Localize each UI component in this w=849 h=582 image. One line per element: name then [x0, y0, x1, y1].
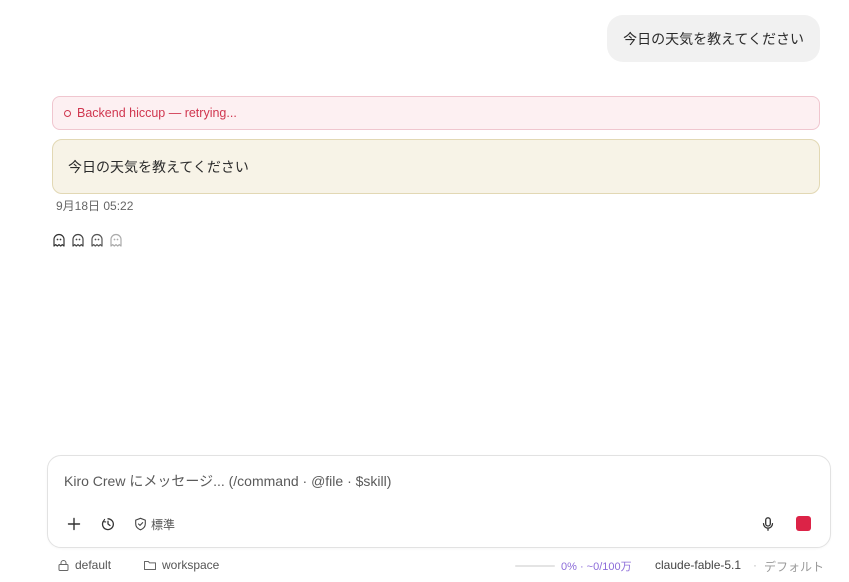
- message-timestamp: 9月18日 05:22: [56, 199, 134, 213]
- mode-label: 標準: [151, 517, 176, 532]
- voice-input-button[interactable]: [760, 514, 776, 534]
- assistant-reply-text: 今日の天気を教えてください: [68, 158, 249, 175]
- retry-spinner-icon: [64, 109, 71, 117]
- profile-label: default: [75, 558, 112, 572]
- plus-icon: [67, 517, 81, 531]
- folder-selector[interactable]: workspace: [143, 558, 219, 572]
- folder-label: workspace: [162, 558, 220, 572]
- ghost-faded-icon: [110, 233, 122, 247]
- message-input[interactable]: Kiro Crew にメッセージ... (/command · @file · …: [64, 471, 391, 491]
- ghost-icon: [72, 233, 84, 247]
- status-bar: default workspace 0% · ~0/100万 claude-fa…: [0, 556, 849, 576]
- stop-button[interactable]: [796, 516, 811, 531]
- usage-progress-bar: [515, 565, 555, 567]
- lock-icon: [58, 559, 69, 571]
- add-attachment-button[interactable]: [66, 514, 82, 534]
- assistant-reply-card: 今日の天気を教えてください: [52, 139, 820, 194]
- chat-page: 今日の天気を教えてください Backend hiccup — retrying.…: [0, 0, 849, 582]
- mode-selector[interactable]: 標準: [134, 514, 175, 534]
- ghost-icon: [91, 233, 103, 247]
- profile-selector[interactable]: default: [57, 558, 111, 572]
- folder-icon: [144, 561, 156, 570]
- timer-button[interactable]: [100, 514, 116, 534]
- shield-check-icon: [135, 517, 146, 531]
- user-message-text: 今日の天気を教えてください: [623, 30, 804, 47]
- user-message-bubble: 今日の天気を教えてください: [607, 15, 820, 62]
- microphone-icon: [762, 517, 774, 531]
- ghost-icon: [53, 233, 65, 247]
- message-composer[interactable]: Kiro Crew にメッセージ... (/command · @file · …: [47, 455, 831, 548]
- timer-icon: [101, 518, 114, 531]
- model-selector[interactable]: claude-fable-5.1: [655, 558, 741, 572]
- preset-selector[interactable]: デフォルト: [764, 558, 824, 575]
- status-separator: ·: [753, 558, 757, 572]
- usage-text: 0% · ~0/100万: [561, 561, 632, 573]
- error-banner-text: Backend hiccup — retrying...: [77, 106, 237, 120]
- error-banner: Backend hiccup — retrying...: [52, 96, 820, 130]
- typing-indicator: [51, 233, 124, 248]
